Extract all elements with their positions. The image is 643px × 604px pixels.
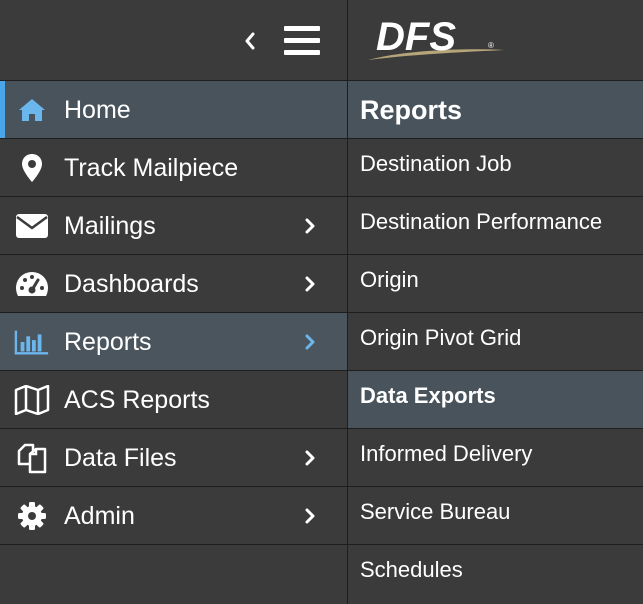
sidebar-header — [0, 0, 347, 81]
sidebar-item-label: Home — [64, 96, 131, 124]
sidebar-item-reports[interactable]: Reports — [0, 313, 347, 371]
gauge-icon — [14, 268, 50, 300]
hamburger-line — [284, 38, 320, 43]
sidebar-item-home[interactable]: Home — [0, 81, 347, 139]
submenu-item-label: Data Exports — [360, 383, 496, 408]
sidebar-item-label: Admin — [64, 502, 135, 530]
submenu-item-origin[interactable]: Origin — [348, 255, 643, 313]
chevron-right-icon — [300, 216, 320, 236]
sidebar-item-data-files[interactable]: Data Files — [0, 429, 347, 487]
submenu-item-label: Service Bureau — [360, 499, 511, 524]
sidebar-item-label: Track Mailpiece — [64, 154, 239, 182]
svg-text:DFS: DFS — [376, 15, 456, 59]
submenu-item-label: Informed Delivery — [360, 441, 533, 466]
submenu-item-label: Destination Job — [360, 151, 512, 176]
hamburger-line — [284, 50, 320, 55]
submenu-item-label: Origin — [360, 267, 419, 292]
chevron-right-icon — [300, 448, 320, 468]
chevron-left-icon — [245, 32, 255, 50]
sidebar-item-label: Reports — [64, 328, 152, 356]
submenu-item-destination-job[interactable]: Destination Job — [348, 139, 643, 197]
hamburger-menu-button[interactable] — [282, 24, 322, 56]
bar-chart-icon — [14, 326, 50, 358]
submenu-item-origin-pivot-grid[interactable]: Origin Pivot Grid — [348, 313, 643, 371]
hamburger-menu-icon — [284, 26, 320, 31]
chevron-right-icon — [300, 506, 320, 526]
files-icon — [14, 442, 50, 474]
dfs-logo[interactable]: DFS ® — [366, 14, 506, 64]
home-icon — [14, 94, 50, 126]
submenu-item-label: Destination Performance — [360, 209, 603, 234]
svg-text:®: ® — [488, 41, 494, 50]
submenu-title: Reports — [360, 95, 463, 125]
chevron-right-icon — [300, 274, 320, 294]
collapse-sidebar-button[interactable] — [240, 28, 260, 54]
chevron-right-icon — [300, 332, 320, 352]
sidebar-item-dashboards[interactable]: Dashboards — [0, 255, 347, 313]
submenu-item-data-exports[interactable]: Data Exports — [348, 371, 643, 429]
sidebar-item-admin[interactable]: Admin — [0, 487, 347, 545]
submenu-item-label: Origin Pivot Grid — [360, 325, 522, 350]
sidebar: Home Track Mailpiece Mailings Dashboards… — [0, 0, 347, 604]
submenu-panel: DFS ® Reports Destination Job Destinatio… — [348, 0, 643, 604]
map-pin-icon — [14, 152, 50, 184]
sidebar-item-label: ACS Reports — [64, 386, 210, 414]
submenu-header: Reports — [348, 81, 643, 139]
sidebar-item-label: Data Files — [64, 444, 177, 472]
sidebar-item-label: Dashboards — [64, 270, 199, 298]
submenu-item-service-bureau[interactable]: Service Bureau — [348, 487, 643, 545]
submenu-item-destination-performance[interactable]: Destination Performance — [348, 197, 643, 255]
sidebar-item-acs-reports[interactable]: ACS Reports — [0, 371, 347, 429]
submenu-item-schedules[interactable]: Schedules — [348, 545, 643, 603]
sidebar-item-track-mailpiece[interactable]: Track Mailpiece — [0, 139, 347, 197]
gear-icon — [14, 500, 50, 532]
sidebar-item-mailings[interactable]: Mailings — [0, 197, 347, 255]
submenu-item-label: Schedules — [360, 557, 463, 582]
sidebar-item-label: Mailings — [64, 212, 156, 240]
envelope-icon — [14, 210, 50, 242]
map-icon — [14, 384, 50, 416]
brand-header: DFS ® — [348, 0, 643, 81]
submenu-item-informed-delivery[interactable]: Informed Delivery — [348, 429, 643, 487]
